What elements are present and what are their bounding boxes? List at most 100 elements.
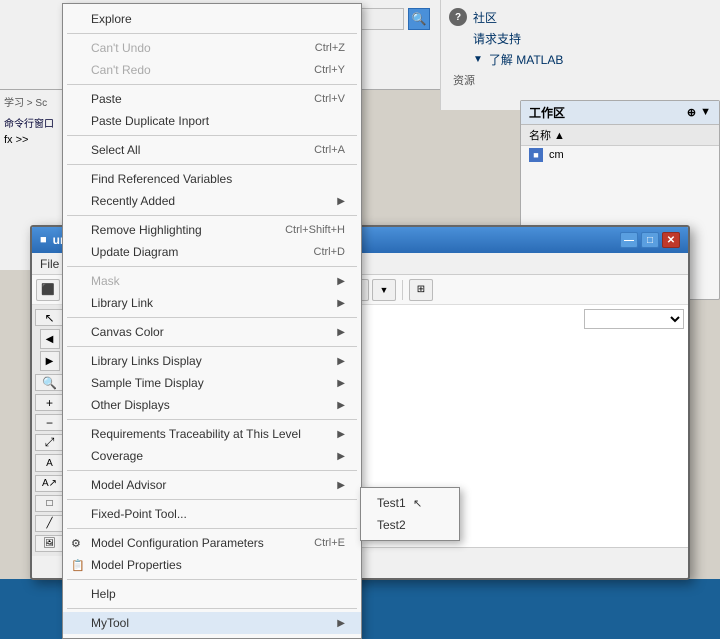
simulink-title-icon: ■ (40, 234, 47, 246)
ctx-recently-added[interactable]: Recently Added ▶ (63, 190, 361, 212)
ctx-cant-redo-label: Can't Redo (91, 63, 151, 77)
ctx-sep3 (67, 135, 357, 136)
ctx-sep12 (67, 528, 357, 529)
ctx-model-props[interactable]: 📋 Model Properties (63, 554, 361, 576)
ctx-paste-dup[interactable]: Paste Duplicate Inport (63, 110, 361, 132)
submenu-test1[interactable]: Test1 ↖ (361, 492, 459, 514)
ctx-fixed-point[interactable]: Fixed-Point Tool... (63, 503, 361, 525)
ctx-model-advisor-label: Model Advisor (91, 478, 166, 492)
ctx-canvas-color[interactable]: Canvas Color ▶ (63, 321, 361, 343)
ctx-other-displays-arrow: ▶ (337, 400, 345, 411)
ctx-mask-arrow: ▶ (337, 276, 345, 287)
maximize-button[interactable]: □ (641, 232, 659, 248)
ctx-model-advisor-arrow: ▶ (337, 480, 345, 491)
ctx-fixed-point-label: Fixed-Point Tool... (91, 507, 187, 521)
canvas-dropdown[interactable] (584, 309, 684, 329)
sl-icon-zoomout[interactable]: − (35, 414, 65, 431)
context-menu: Explore Can't Undo Ctrl+Z Can't Redo Ctr… (62, 3, 362, 639)
ctx-sample-time[interactable]: Sample Time Display ▶ (63, 372, 361, 394)
ctx-model-config-shortcut: Ctrl+E (314, 537, 345, 549)
ctx-update-diagram-label: Update Diagram (91, 245, 178, 259)
close-button[interactable]: ✕ (662, 232, 680, 248)
ctx-canvas-color-label: Canvas Color (91, 325, 164, 339)
ctx-mytool-label: MyTool (91, 616, 129, 630)
ctx-other-displays-label: Other Displays (91, 398, 170, 412)
ctx-cant-redo-shortcut: Ctrl+Y (314, 64, 345, 76)
ctx-coverage[interactable]: Coverage ▶ (63, 445, 361, 467)
ctx-model-config[interactable]: ⚙ Model Configuration Parameters Ctrl+E (63, 532, 361, 554)
ctx-sep5 (67, 215, 357, 216)
sl-icon-ann1[interactable]: A (35, 454, 65, 471)
learn-matlab-row[interactable]: ▼ 了解 MATLAB (449, 51, 712, 68)
ctx-other-displays[interactable]: Other Displays ▶ (63, 394, 361, 416)
ctx-paste-label: Paste (91, 92, 122, 106)
sl-icon-zoomin[interactable]: + (35, 394, 65, 411)
ctx-sep2 (67, 84, 357, 85)
workspace-menu-icon[interactable]: ▼ (700, 106, 711, 119)
ctx-remove-highlight[interactable]: Remove Highlighting Ctrl+Shift+H (63, 219, 361, 241)
ctx-req-trace[interactable]: Requirements Traceability at This Level … (63, 423, 361, 445)
ctx-find-ref-label: Find Referenced Variables (91, 172, 232, 186)
ctx-paste[interactable]: Paste Ctrl+V (63, 88, 361, 110)
ctx-model-advisor[interactable]: Model Advisor ▶ (63, 474, 361, 496)
mytool-submenu: Test1 ↖ Test2 (360, 487, 460, 541)
community-row[interactable]: ? 社区 (449, 8, 712, 26)
minimize-button[interactable]: — (620, 232, 638, 248)
submenu-test2-label: Test2 (377, 518, 406, 532)
ctx-find-ref[interactable]: Find Referenced Variables (63, 168, 361, 190)
ctx-lib-links-display[interactable]: Library Links Display ▶ (63, 350, 361, 372)
ctx-recently-added-arrow: ▶ (337, 196, 345, 207)
cursor-icon: ↖ (413, 498, 422, 510)
ctx-update-diagram-shortcut: Ctrl+D (314, 246, 345, 258)
search-button[interactable]: 🔍 (408, 8, 430, 30)
ctx-mask[interactable]: Mask ▶ (63, 270, 361, 292)
ctx-help[interactable]: Help (63, 583, 361, 605)
ctx-cant-redo[interactable]: Can't Redo Ctrl+Y (63, 59, 361, 81)
ctx-sep6 (67, 266, 357, 267)
toolbar-grid-btn[interactable]: ⊞ (409, 279, 433, 301)
request-support-label: 请求支持 (473, 30, 521, 47)
toolbar-dropdown-btn2[interactable]: ▼ (372, 279, 396, 301)
ctx-model-props-label: Model Properties (91, 558, 182, 572)
ctx-paste-dup-label: Paste Duplicate Inport (91, 114, 209, 128)
ctx-coverage-label: Coverage (91, 449, 143, 463)
nav-back-btn[interactable]: ◀ (40, 329, 60, 349)
ctx-sep10 (67, 470, 357, 471)
sl-icon-img[interactable]: 🖼 (35, 535, 65, 552)
ctx-paste-shortcut: Ctrl+V (314, 93, 345, 105)
request-support-row[interactable]: 请求支持 (449, 30, 712, 47)
canvas-dropdown-select[interactable] (585, 310, 683, 328)
variable-icon: ■ (529, 148, 543, 162)
nav-forward-btn[interactable]: ▶ (40, 351, 60, 371)
ctx-remove-highlight-shortcut: Ctrl+Shift+H (285, 224, 345, 236)
ctx-sample-time-arrow: ▶ (337, 378, 345, 389)
ctx-cant-undo[interactable]: Can't Undo Ctrl+Z (63, 37, 361, 59)
sl-icon-zoom[interactable]: 🔍 (35, 374, 65, 391)
ctx-sep8 (67, 346, 357, 347)
ctx-canvas-color-arrow: ▶ (337, 327, 345, 338)
menu-file[interactable]: File (36, 257, 63, 271)
ctx-update-diagram[interactable]: Update Diagram Ctrl+D (63, 241, 361, 263)
workspace-expand-icon[interactable]: ⊕ (687, 106, 696, 119)
ctx-req-trace-arrow: ▶ (337, 429, 345, 440)
simulink-titlebar-buttons: — □ ✕ (620, 232, 680, 248)
sl-icon-fit[interactable]: ⤢ (35, 434, 65, 451)
ctx-library-link[interactable]: Library Link ▶ (63, 292, 361, 314)
sl-icon-block[interactable]: □ (35, 495, 65, 512)
submenu-test2[interactable]: Test2 (361, 514, 459, 536)
workspace-col-header: 名称 ▲ (521, 125, 719, 146)
ctx-recently-added-label: Recently Added (91, 194, 175, 208)
sl-icon-line[interactable]: ╱ (35, 515, 65, 532)
learn-matlab-label: 了解 MATLAB (489, 51, 563, 68)
variable-name: cm (549, 149, 564, 161)
ctx-select-all[interactable]: Select All Ctrl+A (63, 139, 361, 161)
ctx-sep11 (67, 499, 357, 500)
ctx-select-all-shortcut: Ctrl+A (314, 144, 345, 156)
sl-icon-ann2[interactable]: A↗ (35, 475, 65, 492)
ctx-mytool[interactable]: MyTool ▶ (63, 612, 361, 634)
toolbar-new-btn[interactable]: ⬛ (36, 279, 60, 301)
ctx-sample-time-label: Sample Time Display (91, 376, 204, 390)
sl-icon-select[interactable]: ↖ (35, 309, 65, 326)
fx-label: fx >> (4, 134, 70, 146)
ctx-explore[interactable]: Explore (63, 8, 361, 30)
